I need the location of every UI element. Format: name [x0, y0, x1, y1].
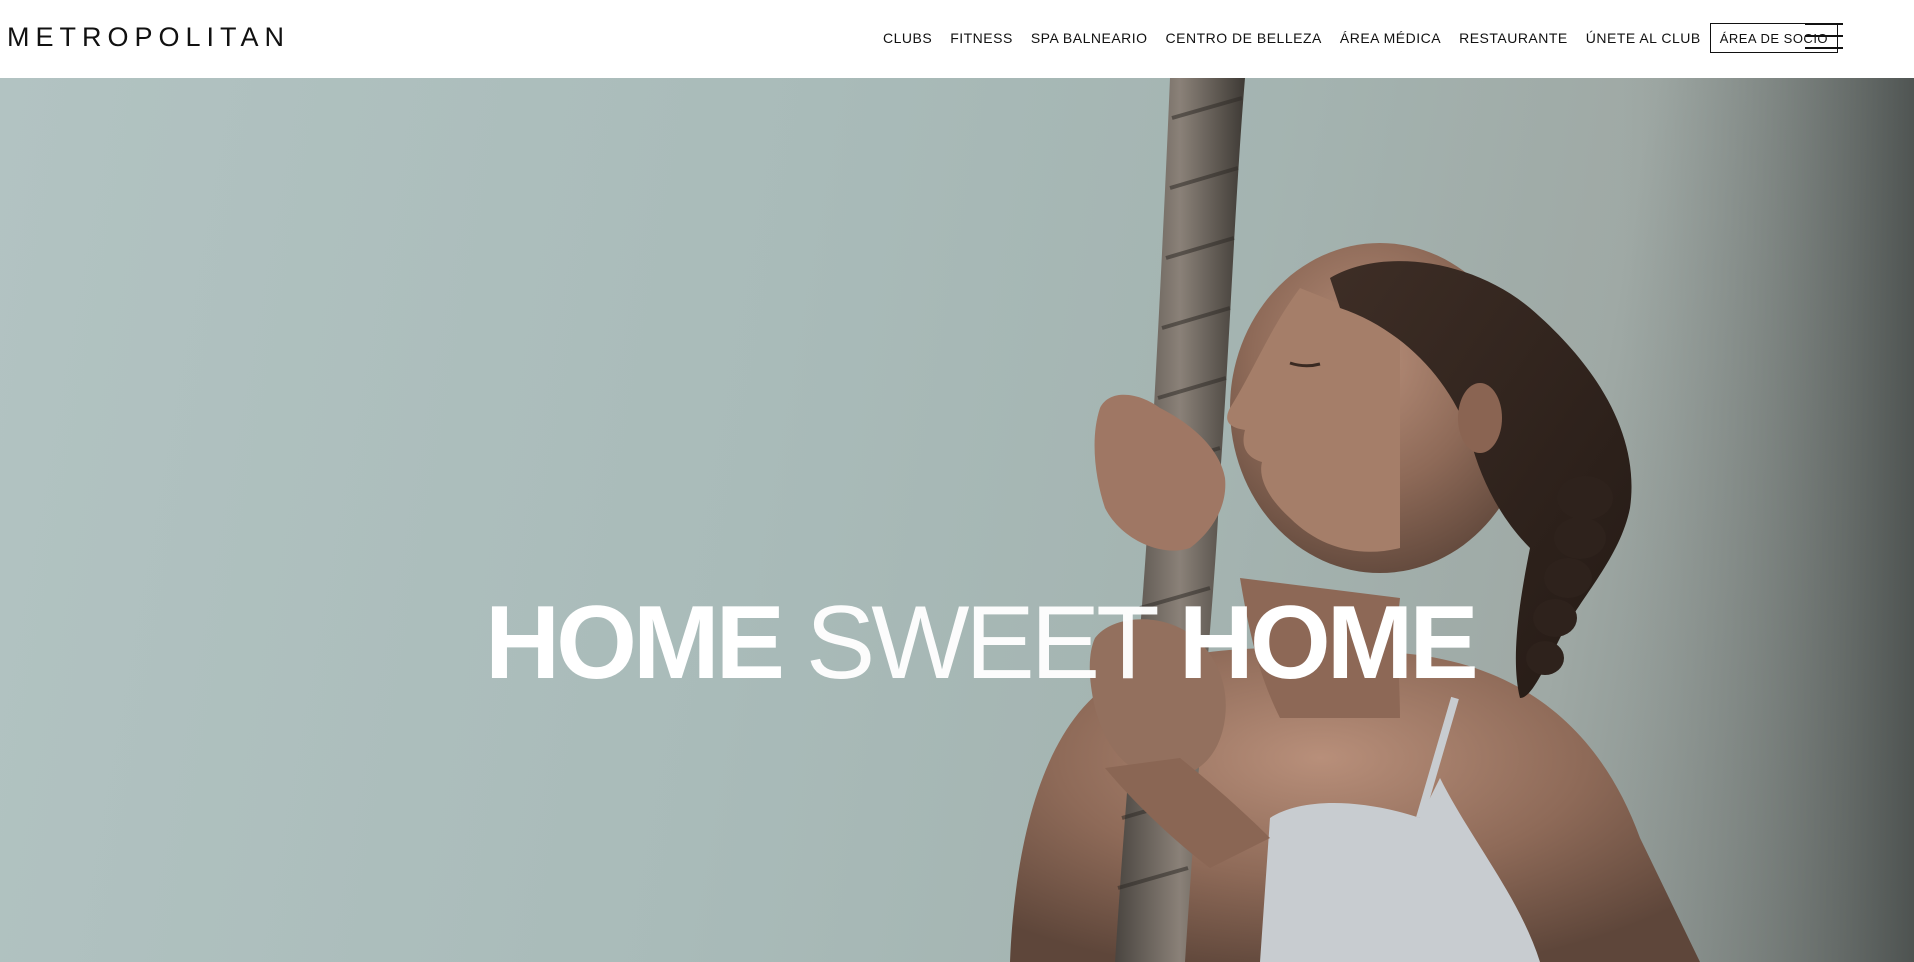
hero-section: HOME SWEET HOME — [0, 78, 1914, 962]
woman-figure — [1010, 78, 1700, 962]
nav-item-centro-de-belleza[interactable]: CENTRO DE BELLEZA — [1166, 30, 1322, 46]
site-logo[interactable]: METROPOLITAN — [7, 21, 290, 53]
hero-headline: HOME SWEET HOME — [485, 583, 1479, 703]
nav-item-restaurante[interactable]: RESTAURANTE — [1459, 30, 1568, 46]
menu-line — [1805, 23, 1843, 25]
menu-line — [1805, 35, 1843, 37]
hero-title-part1: HOME — [485, 585, 785, 701]
nav-item-clubs[interactable]: CLUBS — [883, 30, 932, 46]
hero-title-part3: HOME — [1178, 585, 1479, 701]
nav-item-area-medica[interactable]: ÁREA MÉDICA — [1340, 30, 1441, 46]
background-shadow — [1620, 78, 1914, 962]
nav-item-unete-al-club[interactable]: ÚNETE AL CLUB — [1586, 30, 1701, 46]
main-nav: CLUBS FITNESS SPA BALNEARIO CENTRO DE BE… — [875, 22, 1839, 54]
hamburger-menu-icon[interactable] — [1805, 22, 1843, 52]
hero-title-part2: SWEET — [805, 585, 1158, 701]
hero-photo — [1010, 78, 1914, 962]
nav-item-spa-balneario[interactable]: SPA BALNEARIO — [1031, 30, 1148, 46]
nav-item-fitness[interactable]: FITNESS — [950, 30, 1013, 46]
menu-line — [1805, 47, 1843, 49]
site-header: METROPOLITAN CLUBS FITNESS SPA BALNEARIO… — [0, 0, 1914, 78]
